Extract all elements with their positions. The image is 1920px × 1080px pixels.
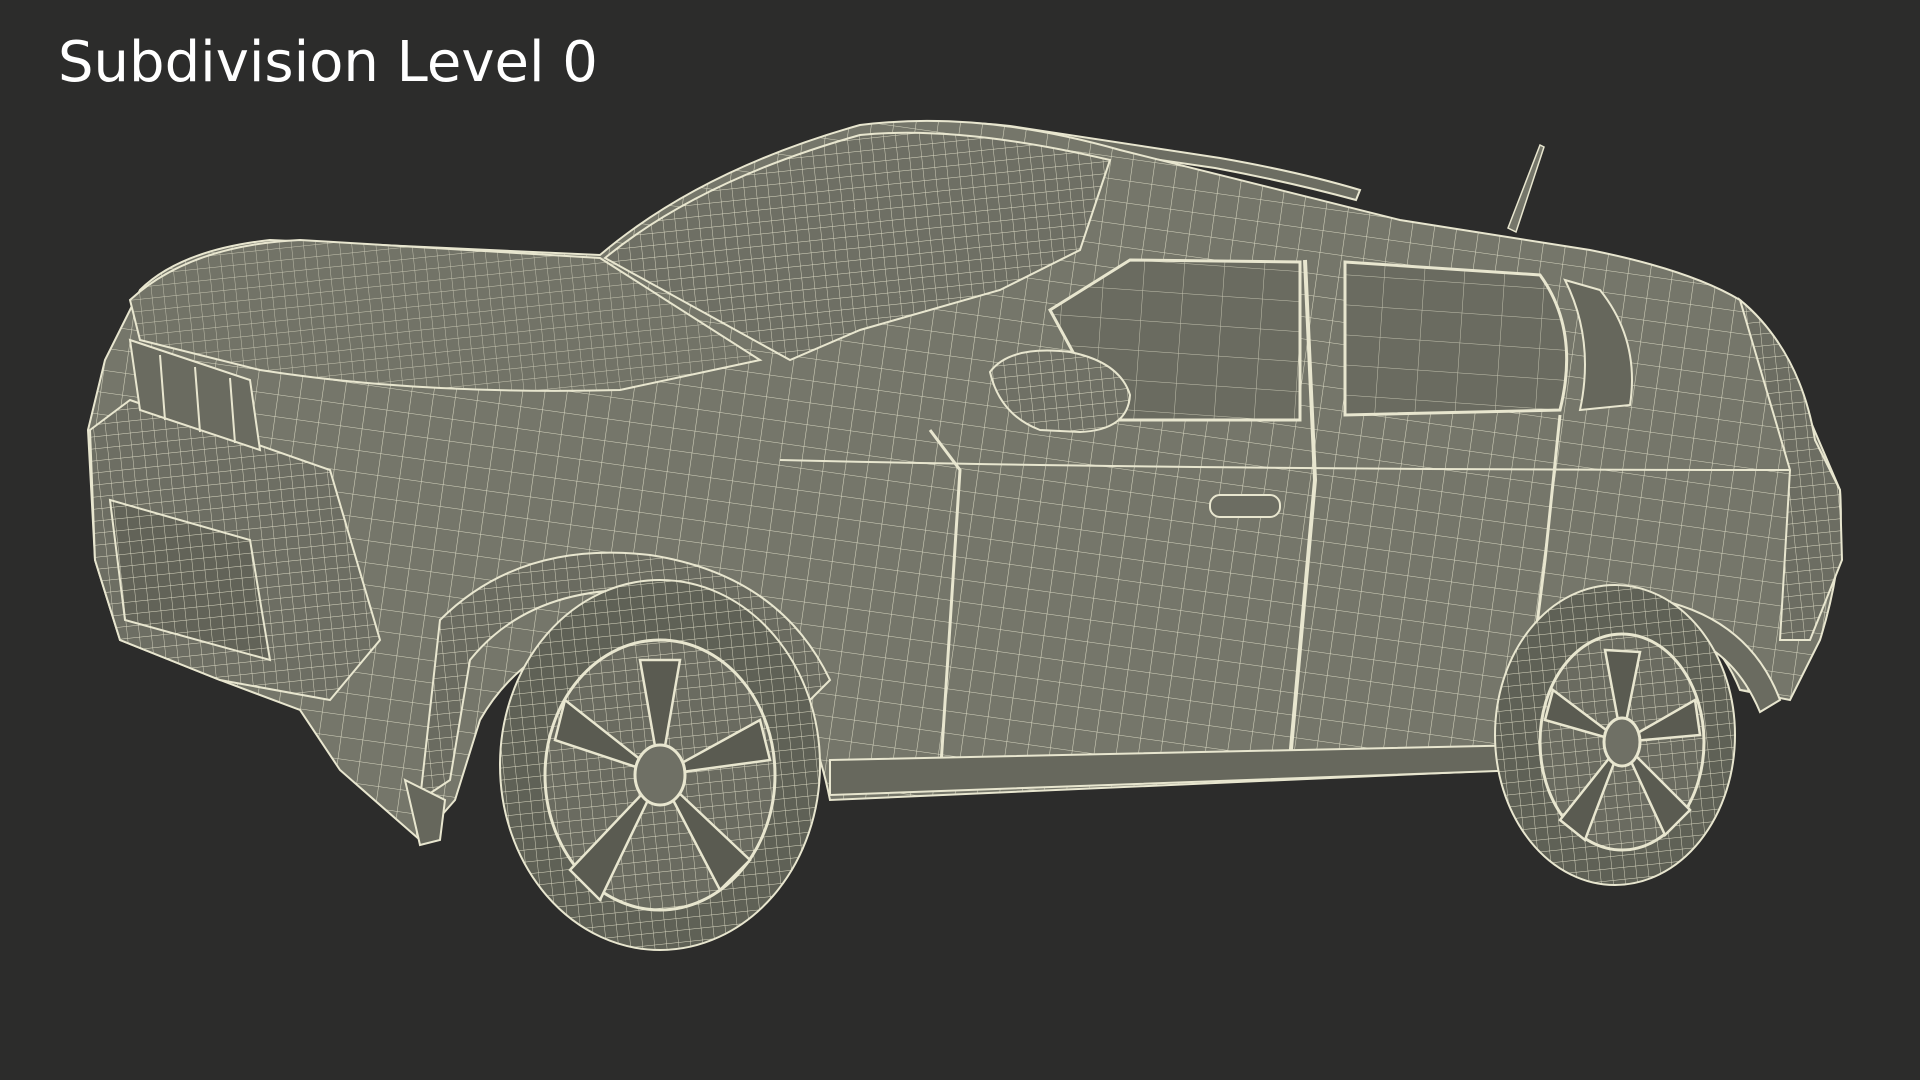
rear-wheel	[1494, 584, 1736, 886]
front-wheel	[499, 579, 821, 951]
door-handle	[1209, 494, 1281, 518]
antenna	[1507, 143, 1545, 234]
car-wireframe-render	[86, 119, 1844, 951]
